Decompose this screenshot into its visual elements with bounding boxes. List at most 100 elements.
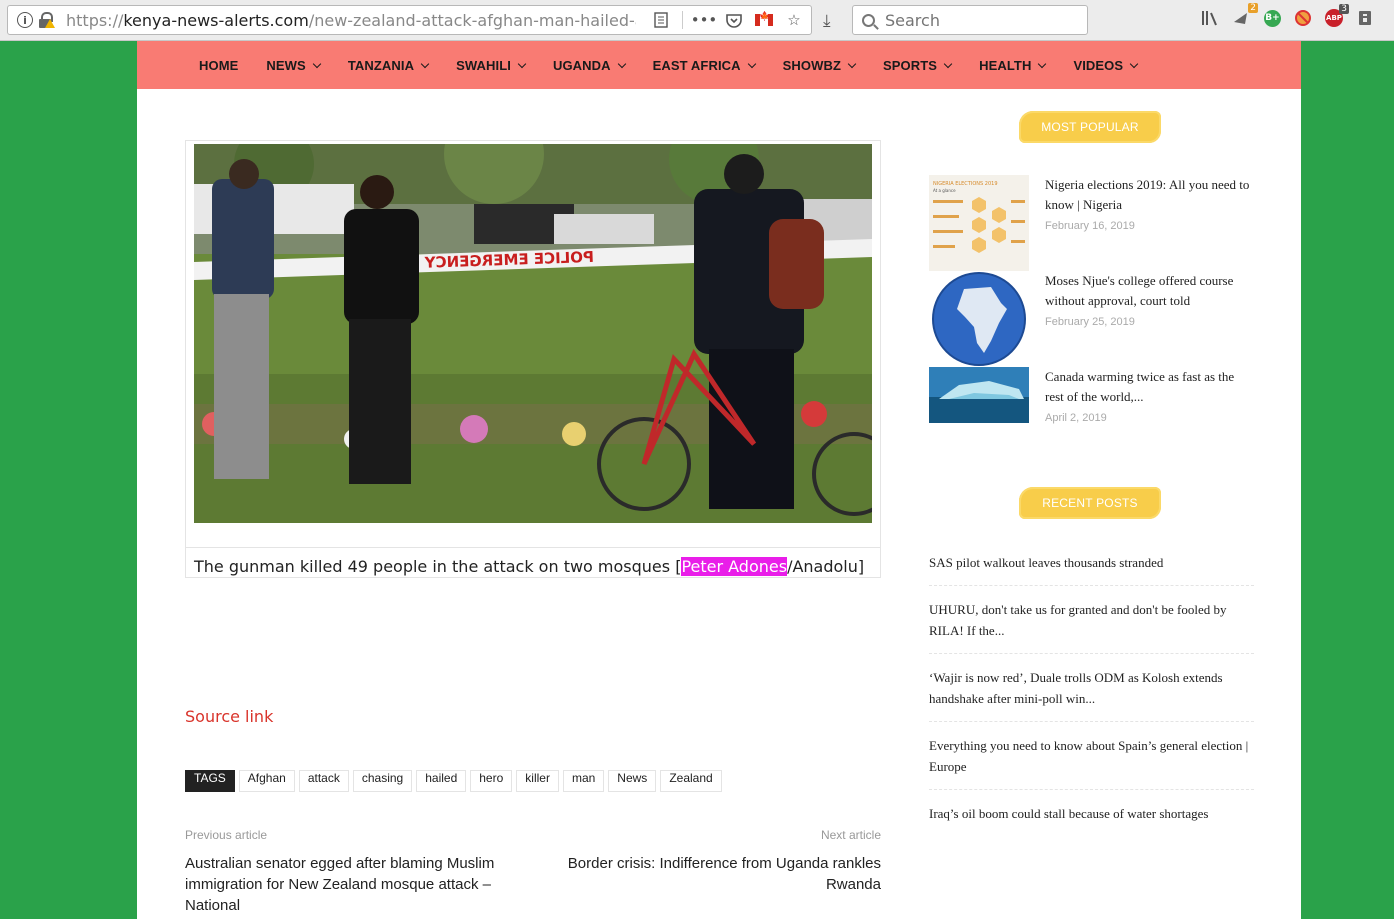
popular-title[interactable]: Nigeria elections 2019: All you need to …	[1045, 175, 1250, 215]
pocket-icon[interactable]	[725, 11, 743, 29]
popular-title[interactable]: Canada warming twice as fast as the rest…	[1045, 367, 1250, 407]
previous-article-link[interactable]: Australian senator egged after blaming M…	[185, 853, 525, 916]
blocker-extension-icon[interactable]	[1293, 8, 1313, 28]
tag-link[interactable]: chasing	[352, 770, 413, 792]
url-prefix: https://	[66, 10, 124, 30]
tags-label: TAGS	[185, 770, 235, 792]
popular-thumbnail[interactable]: NIGERIA ELECTIONS 2019 At a glance	[929, 175, 1029, 271]
main-nav: HOME NEWS TANZANIA SWAHILI UGANDA EAST A…	[137, 41, 1301, 89]
tag-link[interactable]: News	[608, 770, 657, 792]
bookmark-star-icon[interactable]: ☆	[785, 11, 803, 29]
nav-label: TANZANIA	[347, 57, 415, 73]
chevron-down-icon	[1129, 59, 1139, 68]
popular-thumbnail[interactable]	[929, 271, 1029, 367]
nav-item-health[interactable]: HEALTH	[979, 57, 1047, 73]
search-bar[interactable]	[852, 5, 1088, 35]
popular-item[interactable]: NIGERIA ELECTIONS 2019 At a glance Niger…	[929, 175, 1254, 271]
nav-item-tanzania[interactable]: TANZANIA	[347, 57, 430, 73]
tag-link[interactable]: hailed	[416, 770, 467, 792]
nav-item-showbz[interactable]: SHOWBZ	[782, 57, 857, 73]
divider	[929, 721, 1254, 722]
chevron-down-icon	[617, 59, 626, 68]
thumbnail-subtitle: At a glance	[933, 188, 956, 193]
tag-link[interactable]: hero	[470, 770, 513, 792]
next-article-label: Next article	[820, 828, 881, 842]
photo-caption: The gunman killed 49 people in the attac…	[186, 547, 880, 578]
nav-item-swahili[interactable]: SWAHILI	[456, 57, 527, 73]
warning-icon	[45, 19, 55, 28]
browser-toolbar: i https://kenya-news-alerts.com/new-zeal…	[0, 0, 1394, 41]
divider	[929, 585, 1254, 586]
tag-link[interactable]: man	[562, 770, 605, 792]
url-bar[interactable]: i https://kenya-news-alerts.com/new-zeal…	[7, 5, 812, 35]
reader-view-icon[interactable]	[652, 11, 670, 29]
nav-label: UGANDA	[552, 57, 611, 73]
chevron-down-icon	[747, 59, 756, 68]
popular-date: February 16, 2019	[1045, 220, 1135, 232]
divider	[929, 789, 1254, 790]
popular-title[interactable]: Moses Njue's college offered course with…	[1045, 271, 1250, 311]
chevron-down-icon	[847, 59, 857, 68]
nav-label: SPORTS	[883, 57, 938, 73]
thumbnail-header: NIGERIA ELECTIONS 2019	[933, 181, 998, 187]
most-popular-heading: MOST POPULAR	[1019, 111, 1161, 143]
nav-label: EAST AFRICA	[652, 57, 741, 73]
nav-item-home[interactable]: HOME	[199, 58, 238, 73]
recent-post-link[interactable]: SAS pilot walkout leaves thousands stran…	[929, 552, 1254, 573]
search-input[interactable]	[885, 10, 1075, 30]
library-icon[interactable]	[1200, 8, 1220, 28]
caption-highlight: Peter Adones	[681, 557, 788, 576]
menu-extension-icon[interactable]	[1355, 8, 1375, 28]
caption-text: The gunman killed 49 people in the attac…	[194, 557, 682, 576]
tag-link[interactable]: Afghan	[238, 770, 295, 792]
tag-link[interactable]: Zealand	[660, 770, 722, 792]
chevron-down-icon	[420, 59, 430, 68]
popular-date: April 2, 2019	[1045, 412, 1107, 424]
nav-item-sports[interactable]: SPORTS	[883, 57, 953, 73]
nav-item-uganda[interactable]: UGANDA	[552, 57, 626, 73]
canada-flag-icon[interactable]	[755, 11, 773, 26]
adblock-badge-count: 3	[1339, 4, 1349, 14]
tag-link[interactable]: killer	[516, 770, 559, 792]
download-icon[interactable]: ⤓	[823, 11, 831, 31]
nav-label: VIDEOS	[1073, 57, 1124, 73]
previous-article-label: Previous article	[185, 828, 268, 842]
chevron-down-icon	[517, 59, 527, 68]
search-icon	[862, 13, 875, 27]
page-content: HOME NEWS TANZANIA SWAHILI UGANDA EAST A…	[137, 41, 1301, 919]
extension-badge-count: 2	[1248, 3, 1258, 13]
tags-row: TAGS Afghan attack chasing hailed hero k…	[185, 770, 722, 792]
popular-thumbnail[interactable]	[929, 367, 1029, 423]
url-path: /new-zealand-attack-afghan-man-hailed-as…	[308, 10, 636, 30]
nav-label: SHOWBZ	[782, 57, 842, 73]
source-link[interactable]: Source link	[185, 707, 273, 726]
divider	[929, 653, 1254, 654]
page-actions-icon[interactable]: •••	[691, 11, 718, 29]
nav-item-videos[interactable]: VIDEOS	[1073, 57, 1139, 73]
recent-post-link[interactable]: ‘Wajir is now red’, Duale trolls ODM as …	[929, 667, 1254, 709]
next-article-link[interactable]: Border crisis: Indifference from Uganda …	[547, 853, 881, 895]
popular-item[interactable]: Moses Njue's college offered course with…	[929, 271, 1254, 367]
chevron-down-icon	[943, 59, 953, 68]
adblock-plus-icon[interactable]: ABP 3	[1325, 4, 1349, 27]
url-text[interactable]: https://kenya-news-alerts.com/new-zealan…	[66, 11, 636, 30]
nav-label: SWAHILI	[456, 57, 511, 73]
url-domain: kenya-news-alerts.com	[123, 10, 309, 30]
article-photo[interactable]: POLICE EMERGENCY	[194, 144, 872, 523]
nav-label: HEALTH	[979, 57, 1032, 73]
recent-post-link[interactable]: Iraq’s oil boom could stall because of w…	[929, 803, 1254, 824]
tag-link[interactable]: attack	[298, 770, 349, 792]
extension-plane-icon[interactable]: 2	[1232, 3, 1258, 28]
chevron-down-icon	[1038, 59, 1047, 68]
article-figure: POLICE EMERGENCY The gunman killed 49 pe…	[185, 140, 881, 578]
nav-item-news[interactable]: NEWS	[266, 58, 322, 73]
bplus-extension-icon[interactable]: B+	[1264, 9, 1281, 27]
popular-date: February 25, 2019	[1045, 316, 1135, 328]
caption-credit: /Anadolu]	[787, 557, 865, 576]
chevron-down-icon	[312, 59, 322, 68]
recent-post-link[interactable]: UHURU, don't take us for granted and don…	[929, 599, 1254, 641]
recent-post-link[interactable]: Everything you need to know about Spain’…	[929, 735, 1254, 777]
popular-item[interactable]: Canada warming twice as fast as the rest…	[929, 367, 1254, 463]
site-info-icon[interactable]: i	[17, 12, 33, 28]
nav-item-east-africa[interactable]: EAST AFRICA	[652, 57, 756, 73]
